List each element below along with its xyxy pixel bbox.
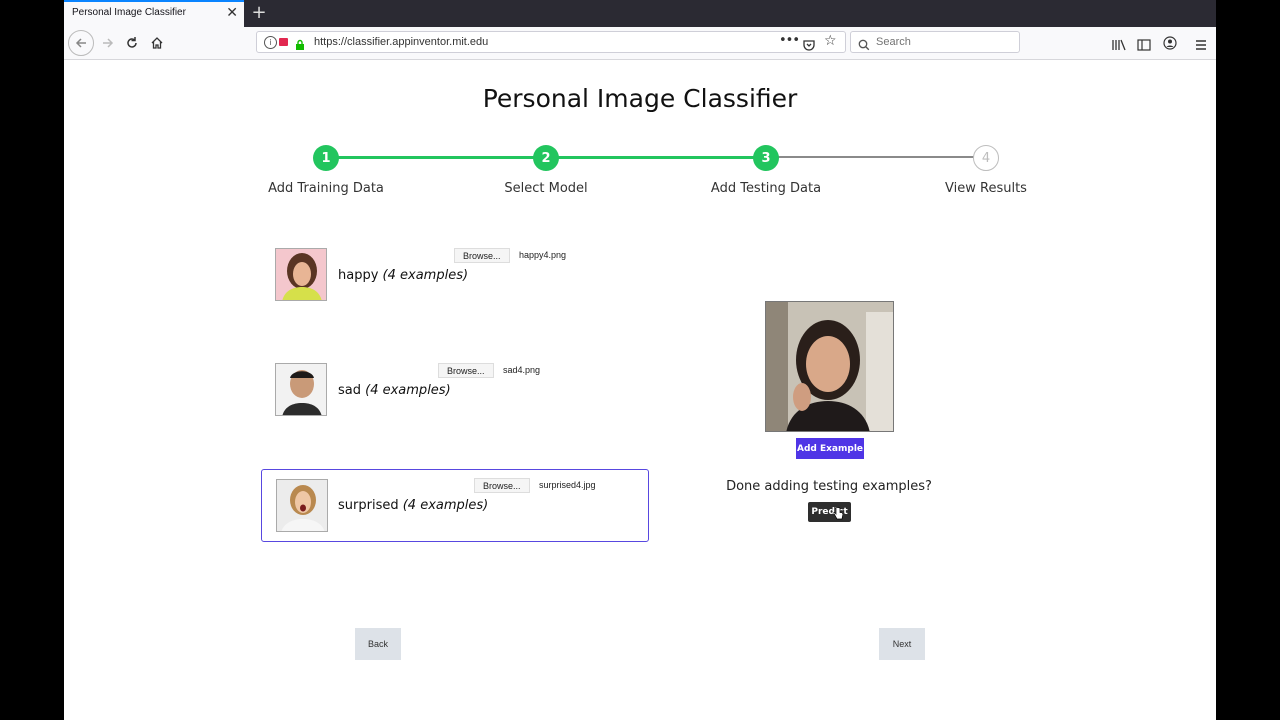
search-icon [858, 36, 870, 55]
account-icon[interactable] [1163, 35, 1177, 54]
step-connector [766, 156, 974, 158]
step-3-indicator: 3 [753, 145, 779, 171]
class-count: (4 examples) [365, 383, 451, 398]
url-text: https://classifier.appinventor.mit.edu [314, 36, 489, 48]
sidebar-icon[interactable] [1137, 36, 1151, 55]
library-icon[interactable] [1112, 36, 1126, 55]
camera-icon[interactable] [279, 38, 288, 46]
next-button[interactable]: Next [879, 628, 925, 660]
file-name-surprised: surprised4.jpg [539, 480, 596, 490]
home-icon[interactable] [145, 31, 169, 55]
class-label-happy: happy (4 examples) [338, 268, 468, 283]
class-name: surprised [338, 498, 399, 513]
info-icon[interactable]: i [264, 36, 277, 49]
step-3-label: Add Testing Data [710, 181, 822, 196]
step-4-indicator: 4 [973, 145, 999, 171]
page-title: Personal Image Classifier [482, 84, 798, 113]
forward-icon[interactable] [96, 31, 120, 55]
class-card-sad[interactable]: Browse... sad4.png sad (4 examples) [261, 357, 649, 427]
tab-title: Personal Image Classifier [72, 7, 186, 18]
browser-window: Personal Image Classifier ✕ + i https://… [64, 0, 1216, 720]
step-connector [326, 156, 535, 159]
step-connector [546, 156, 755, 159]
class-name: sad [338, 383, 361, 398]
search-box[interactable]: Search [850, 31, 1020, 53]
new-tab-icon[interactable]: + [249, 2, 269, 23]
lock-icon[interactable] [295, 36, 305, 55]
browser-tab[interactable]: Personal Image Classifier ✕ [64, 0, 244, 27]
class-count: (4 examples) [402, 498, 489, 513]
class-card-surprised[interactable]: Browse... surprised4.jpg surprised (4 ex… [261, 469, 649, 542]
navigation-bar: i https://classifier.appinventor.mit.edu… [64, 27, 1216, 60]
predict-button[interactable]: Predict [808, 502, 851, 522]
browse-button-happy[interactable]: Browse... [454, 248, 510, 263]
step-2-label: Select Model [504, 181, 588, 196]
step-1-label: Add Training Data [268, 181, 384, 196]
step-1-indicator: 1 [313, 145, 339, 171]
done-prompt: Done adding testing examples? [726, 479, 932, 494]
class-thumbnail-happy [275, 248, 327, 301]
class-label-sad: sad (4 examples) [338, 383, 451, 398]
step-2-indicator: 2 [533, 145, 559, 171]
menu-icon[interactable] [1195, 36, 1207, 55]
class-name: happy [338, 268, 379, 283]
file-name-happy: happy4.png [519, 250, 567, 260]
address-bar[interactable]: i https://classifier.appinventor.mit.edu… [256, 31, 846, 53]
close-tab-icon[interactable]: ✕ [226, 5, 238, 21]
class-count: (4 examples) [382, 268, 469, 283]
cursor-hand-icon [833, 505, 844, 524]
pocket-icon[interactable] [803, 36, 815, 55]
page-actions-icon[interactable]: ••• [779, 33, 800, 48]
step-4-label: View Results [945, 181, 1027, 196]
class-thumbnail-surprised [276, 479, 328, 532]
file-name-sad: sad4.png [503, 365, 541, 375]
browse-button-surprised[interactable]: Browse... [474, 478, 530, 493]
back-icon[interactable] [68, 30, 94, 56]
search-placeholder: Search [876, 36, 911, 48]
add-example-button[interactable]: Add Example [796, 438, 864, 459]
webcam-preview [765, 301, 894, 432]
reload-icon[interactable] [120, 31, 144, 55]
class-label-surprised: surprised (4 examples) [338, 498, 488, 513]
class-card-happy[interactable]: Browse... happy4.png happy (4 examples) [261, 242, 649, 312]
class-thumbnail-sad [275, 363, 327, 416]
browse-button-sad[interactable]: Browse... [438, 363, 494, 378]
back-button[interactable]: Back [355, 628, 401, 660]
bookmark-star-icon[interactable]: ☆ [824, 33, 837, 49]
tab-strip: Personal Image Classifier ✕ + [64, 0, 1216, 27]
